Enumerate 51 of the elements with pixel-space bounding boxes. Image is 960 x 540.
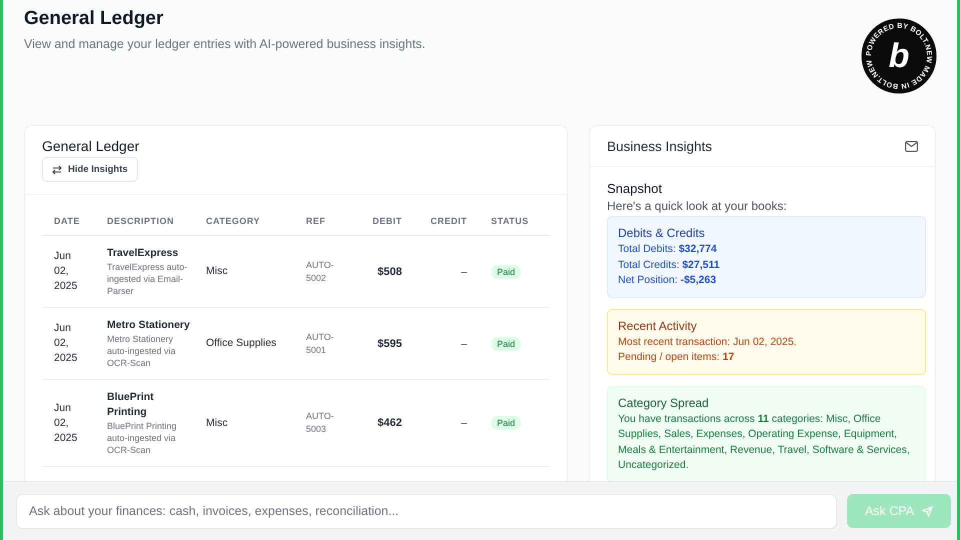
debit-amount: $595	[378, 338, 402, 350]
insight-title: Debits & Credits	[618, 226, 706, 240]
panel-title: Business Insights	[607, 139, 712, 154]
entry-note: TravelExpress auto-ingested via Email-Parser	[107, 261, 188, 297]
page-subtitle: View and manage your ledger entries with AI-powered business insights.	[24, 37, 426, 51]
column-header: REF	[294, 195, 349, 236]
column-header: DATE	[42, 195, 95, 236]
insight-text: Total Credits: $27,511	[618, 258, 721, 272]
insight-text: Total Debits: $32,774	[618, 242, 718, 257]
section-title: Snapshot	[607, 181, 663, 196]
category-cell: Office Supplies	[206, 337, 276, 349]
vendor-name: Metro Stationery	[107, 318, 191, 333]
insight-title: Category Spread	[618, 396, 710, 410]
card-title: General Ledger	[42, 138, 140, 154]
date-cell-text: Jun 02, 2025	[54, 400, 78, 446]
section-intro: Here's a quick look at your books:	[607, 199, 788, 213]
credit-amount: –	[461, 266, 467, 278]
insight-text: You have transactions across 11 categories: Misc, Office Supplies, Sales, Expenses, Operating Expense, Equipment, Meals & Entertainment, Revenue, Travel, Software & Services, Uncategorized.	[618, 412, 911, 473]
date-cell-text: Jun 02, 2025	[54, 249, 78, 294]
mail-icon[interactable]	[905, 141, 918, 152]
vendor-name: BluePrint Printing	[107, 390, 155, 420]
reference-cell-text: AUTO-5003	[306, 410, 335, 436]
credit-amount: –	[461, 338, 467, 350]
insight-text: Pending / open items: 17	[618, 350, 736, 365]
vendor-name: TravelExpress	[107, 246, 180, 261]
entry-note: BluePrint Printing auto-ingested via OCR-Scan	[107, 420, 178, 456]
credit-amount: –	[461, 417, 467, 429]
column-header: STATUS	[479, 195, 550, 236]
column-header: DESCRIPTION	[95, 195, 194, 236]
insight-title: Recent Activity	[618, 318, 698, 332]
category-cell: Misc	[206, 416, 228, 428]
swap-arrows-icon	[52, 164, 62, 174]
insight-text: Net Position: -$5,263	[618, 273, 718, 288]
page-title: General Ledger	[24, 8, 164, 30]
column-header: CATEGORY	[194, 195, 294, 236]
column-header: CREDIT	[414, 195, 479, 236]
insight-text: Most recent transaction: Jun 02, 2025.	[618, 334, 798, 350]
entry-note: Metro Stationery auto-ingested via OCR-Scan	[107, 333, 177, 369]
status-badge: Paid	[491, 416, 522, 430]
category-cell: Misc	[206, 265, 228, 277]
debit-amount: $462	[378, 417, 402, 429]
status-badge: Paid	[491, 336, 522, 350]
question-input[interactable]: Ask about your finances: cash, invoices, expenses, reconciliation...	[16, 494, 837, 528]
reference-cell-text: AUTO-5001	[306, 330, 335, 356]
date-cell-text: Jun 02, 2025	[54, 321, 78, 366]
reference-cell-text: AUTO-5002	[306, 258, 335, 284]
send-icon	[922, 506, 934, 516]
column-header: DEBIT	[349, 195, 414, 236]
debit-amount: $508	[378, 266, 402, 278]
status-badge: Paid	[491, 264, 522, 278]
hide-insights-button[interactable]: Hide Insights	[42, 157, 138, 182]
